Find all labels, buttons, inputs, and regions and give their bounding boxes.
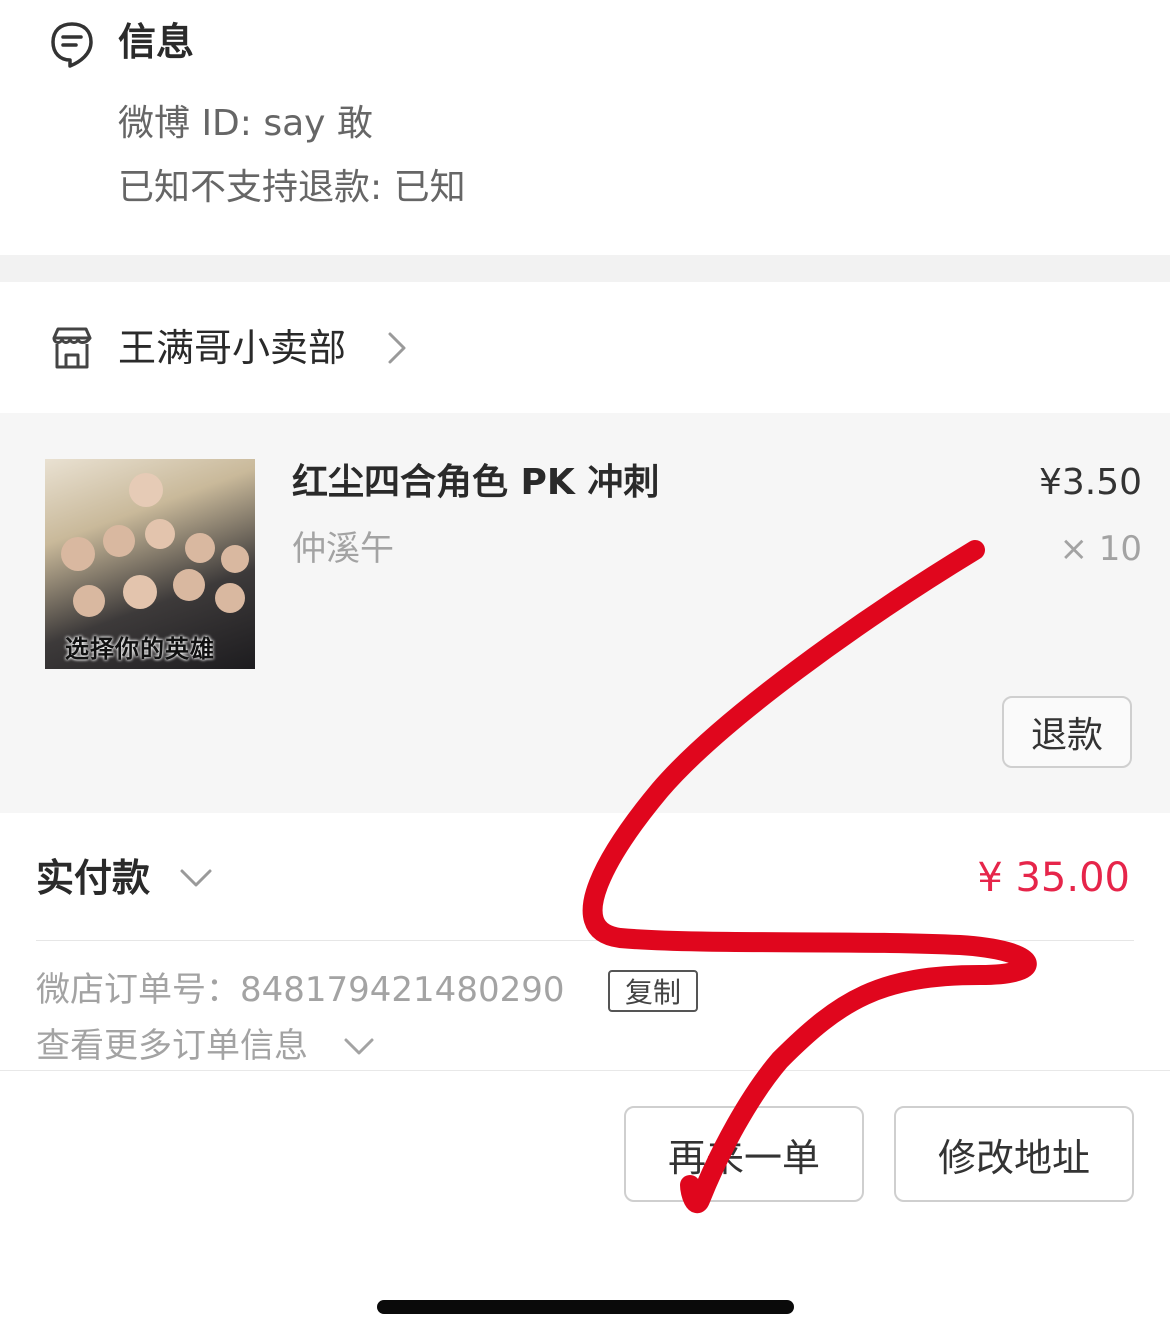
store-icon	[52, 327, 92, 369]
product-unit-price: ¥3.50	[1038, 462, 1142, 503]
product-quantity: × 10	[1059, 529, 1142, 569]
paid-amount-label[interactable]: 实付款	[36, 852, 150, 904]
chevron-down-icon[interactable]	[342, 1032, 376, 1060]
edit-address-button[interactable]: 修改地址	[894, 1106, 1134, 1202]
copy-order-number-button[interactable]: 复制	[608, 970, 698, 1012]
product-variant: 仲溪午	[292, 529, 394, 569]
refund-notice-line: 已知不支持退款: 已知	[118, 167, 466, 208]
info-section-title: 信息	[118, 20, 195, 64]
message-note-icon	[51, 22, 93, 68]
weibo-id-line: 微博 ID: say 敢	[118, 103, 373, 144]
reorder-button[interactable]: 再来一单	[624, 1106, 864, 1202]
thumbnail-caption: 选择你的英雄	[65, 634, 215, 663]
chevron-down-icon[interactable]	[178, 862, 214, 892]
chevron-right-icon[interactable]	[384, 330, 410, 366]
product-thumbnail[interactable]: 选择你的英雄	[45, 459, 255, 669]
shop-name-link[interactable]: 王满哥小卖部	[118, 322, 346, 374]
home-indicator[interactable]	[377, 1300, 794, 1314]
paid-amount-value: ¥ 35.00	[977, 855, 1130, 901]
product-name[interactable]: 红尘四合角色 PK 冲刺	[292, 458, 659, 508]
more-order-info-toggle[interactable]: 查看更多订单信息	[36, 1022, 308, 1070]
section-divider	[0, 255, 1170, 282]
order-number: 微店订单号：848179421480290	[36, 970, 565, 1010]
divider	[36, 940, 1134, 941]
refund-button[interactable]: 退款	[1002, 696, 1132, 768]
footer-divider	[0, 1070, 1170, 1071]
